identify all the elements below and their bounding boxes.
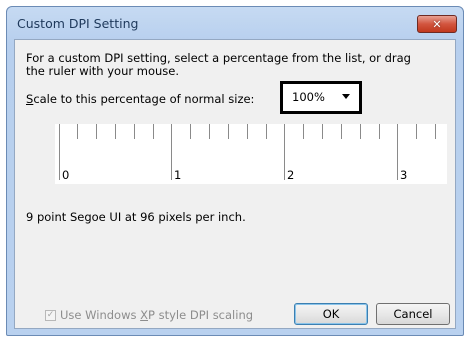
ruler-label: 1 (174, 168, 182, 182)
dpi-ruler[interactable]: 0 1 2 3 (55, 124, 447, 184)
ruler-minor-tick (209, 124, 210, 139)
dialog-window: Custom DPI Setting ✕ For a custom DPI se… (6, 6, 464, 336)
cancel-button[interactable]: Cancel (376, 303, 450, 325)
close-icon: ✕ (432, 17, 442, 31)
ruler-minor-tick (77, 124, 78, 139)
checkbox-box[interactable]: ✓ (45, 309, 56, 321)
scale-dropdown-value: 100% (292, 90, 325, 104)
ruler-minor-tick (379, 124, 380, 139)
scale-highlight-box: 100% (280, 81, 362, 114)
ruler-major-tick (171, 124, 172, 180)
ruler-minor-tick (416, 124, 417, 139)
window-title: Custom DPI Setting (17, 16, 139, 31)
ruler-minor-tick (96, 124, 97, 139)
xp-style-scaling-checkbox[interactable]: ✓ Use Windows XP style DPI scaling (45, 308, 253, 322)
instructions-text: For a custom DPI setting, select a perce… (26, 51, 411, 78)
xp-label-accelerator: X (140, 308, 149, 322)
title-bar[interactable]: Custom DPI Setting ✕ (7, 7, 463, 39)
scale-label-text: cale to this percentage of normal size: (33, 92, 255, 106)
chevron-down-icon[interactable] (342, 94, 350, 99)
dialog-body: For a custom DPI setting, select a perce… (14, 39, 456, 329)
xp-style-scaling-label: Use Windows XP style DPI scaling (60, 308, 253, 322)
ruler-minor-tick (435, 124, 436, 139)
ruler-minor-tick (134, 124, 135, 139)
ruler-minor-tick (115, 124, 116, 139)
ruler-minor-tick (266, 124, 267, 139)
ruler-label: 0 (62, 168, 70, 182)
ruler-label: 2 (287, 168, 295, 182)
ruler-minor-tick (153, 124, 154, 139)
xp-label-part: Use Windows (60, 308, 141, 322)
ruler-label: 3 (400, 168, 408, 182)
xp-label-part: P style DPI scaling (148, 308, 254, 322)
ruler-major-tick (397, 124, 398, 180)
dpi-description: 9 point Segoe UI at 96 pixels per inch. (26, 210, 246, 224)
close-button[interactable]: ✕ (417, 15, 457, 33)
scale-label: Scale to this percentage of normal size: (26, 92, 254, 106)
checkmark-icon: ✓ (46, 309, 55, 320)
ruler-minor-tick (228, 124, 229, 139)
scale-dropdown[interactable]: 100% (286, 87, 356, 107)
ruler-minor-tick (360, 124, 361, 139)
ruler-minor-tick (247, 124, 248, 139)
ok-button[interactable]: OK (294, 303, 368, 325)
ruler-minor-tick (341, 124, 342, 139)
ruler-major-tick (59, 124, 60, 180)
ruler-minor-tick (322, 124, 323, 139)
ruler-major-tick (284, 124, 285, 180)
ruler-minor-tick (303, 124, 304, 139)
ruler-minor-tick (190, 124, 191, 139)
